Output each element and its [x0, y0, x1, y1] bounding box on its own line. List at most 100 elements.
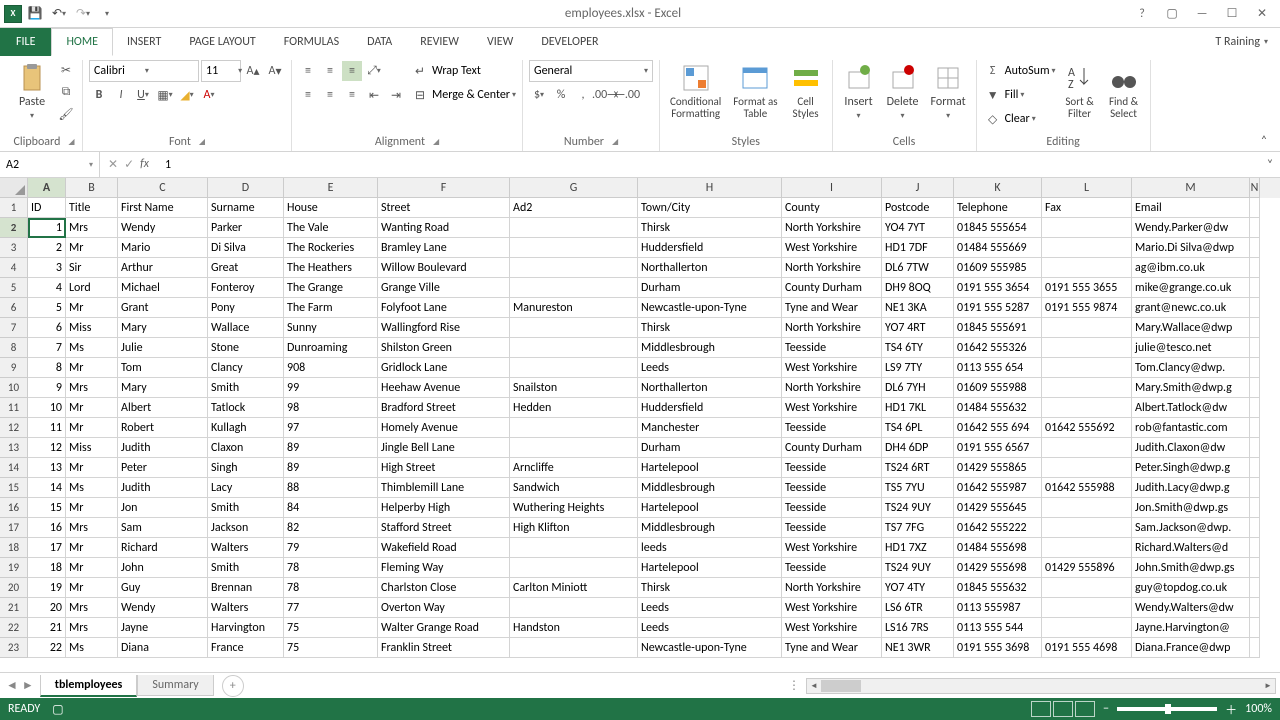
cell[interactable]: Tom.Clancy@dwp. [1132, 358, 1250, 378]
cell[interactable]: North Yorkshire [782, 378, 882, 398]
cell[interactable]: Sandwich [510, 478, 638, 498]
grid-rows[interactable]: 1IDTitleFirst NameSurnameHouseStreetAd2T… [0, 198, 1280, 672]
cell[interactable]: Jayne [118, 618, 208, 638]
cell[interactable]: Mary [118, 378, 208, 398]
cell[interactable]: High Street [378, 458, 510, 478]
cell[interactable]: TS4 6TY [882, 338, 954, 358]
cell[interactable]: Ms [66, 338, 118, 358]
cancel-formula-icon[interactable]: ✕ [108, 157, 118, 172]
cell[interactable]: grant@newc.co.uk [1132, 298, 1250, 318]
cell-styles-button[interactable]: Cell Styles [786, 60, 826, 122]
row-header[interactable]: 13 [0, 438, 28, 458]
cell[interactable]: Surname [208, 198, 284, 218]
cell[interactable]: Thirsk [638, 318, 782, 338]
column-header-E[interactable]: E [284, 178, 378, 198]
cell[interactable]: Shilston Green [378, 338, 510, 358]
cell[interactable]: Overton Way [378, 598, 510, 618]
expand-formula-bar-icon[interactable]: ˅ [1260, 155, 1280, 175]
format-cells-button[interactable]: Format▾ [927, 60, 970, 123]
sort-filter-button[interactable]: AZSort & Filter [1060, 60, 1100, 122]
orientation-icon[interactable]: ⤢▾ [364, 61, 384, 81]
cell[interactable]: The Rockeries [284, 238, 378, 258]
cell[interactable] [510, 318, 638, 338]
cell[interactable] [1250, 498, 1260, 518]
cell[interactable]: Smith [208, 498, 284, 518]
cell[interactable] [1042, 598, 1132, 618]
fill-button[interactable]: ▼Fill▾ [983, 84, 1056, 106]
cell[interactable]: Hartelepool [638, 558, 782, 578]
tab-data[interactable]: DATA [353, 28, 406, 56]
cell[interactable]: Hartelepool [638, 458, 782, 478]
cell[interactable]: Mr [66, 358, 118, 378]
cell[interactable]: Telephone [954, 198, 1042, 218]
cell[interactable]: Wendy.Parker@dw [1132, 218, 1250, 238]
find-select-button[interactable]: Find & Select [1104, 60, 1144, 122]
cell[interactable]: 89 [284, 458, 378, 478]
cell[interactable] [510, 558, 638, 578]
cell[interactable] [1250, 578, 1260, 598]
row-header[interactable]: 7 [0, 318, 28, 338]
align-bottom-icon[interactable]: ≡ [342, 61, 362, 81]
cell[interactable]: Snailston [510, 378, 638, 398]
clear-button[interactable]: ◇Clear▾ [983, 108, 1056, 130]
cell[interactable]: DL6 7TW [882, 258, 954, 278]
cell[interactable]: NE1 3WR [882, 638, 954, 658]
cell[interactable]: Mrs [66, 218, 118, 238]
cell[interactable]: 3 [28, 258, 66, 278]
cell[interactable]: Hedden [510, 398, 638, 418]
cell[interactable]: 01429 555645 [954, 498, 1042, 518]
cell[interactable]: 01609 555985 [954, 258, 1042, 278]
cell[interactable]: Miss [66, 318, 118, 338]
cell[interactable] [1250, 338, 1260, 358]
cell[interactable]: 21 [28, 618, 66, 638]
cell[interactable]: Leeds [638, 598, 782, 618]
cell[interactable]: Tom [118, 358, 208, 378]
cell[interactable] [1250, 318, 1260, 338]
cell[interactable]: Wallingford Rise [378, 318, 510, 338]
cell[interactable]: 2 [28, 238, 66, 258]
cell[interactable]: 01429 555896 [1042, 558, 1132, 578]
cell[interactable] [1042, 218, 1132, 238]
cell[interactable]: TS24 9UY [882, 498, 954, 518]
cell[interactable]: Sam.Jackson@dwp. [1132, 518, 1250, 538]
cell[interactable]: HD1 7XZ [882, 538, 954, 558]
cell[interactable]: Wendy [118, 218, 208, 238]
cell[interactable]: Huddersfield [638, 398, 782, 418]
cell[interactable]: John [118, 558, 208, 578]
cell[interactable]: Mary.Wallace@dwp [1132, 318, 1250, 338]
cell[interactable]: Franklin Street [378, 638, 510, 658]
row-header[interactable]: 9 [0, 358, 28, 378]
cell[interactable]: 0191 555 3654 [954, 278, 1042, 298]
tab-split-icon[interactable]: ⋮ [782, 678, 806, 693]
cell[interactable]: Julie [118, 338, 208, 358]
cell[interactable]: Durham [638, 278, 782, 298]
cell[interactable]: Northallerton [638, 258, 782, 278]
cell[interactable]: Middlesbrough [638, 338, 782, 358]
cell[interactable]: Peter.Singh@dwp.g [1132, 458, 1250, 478]
row-header[interactable]: 21 [0, 598, 28, 618]
close-icon[interactable]: ✕ [1248, 3, 1276, 25]
cell[interactable]: Tyne and Wear [782, 638, 882, 658]
row-header[interactable]: 4 [0, 258, 28, 278]
cell[interactable]: julie@tesco.net [1132, 338, 1250, 358]
cell[interactable]: Stafford Street [378, 518, 510, 538]
cell[interactable]: Mary.Smith@dwp.g [1132, 378, 1250, 398]
cell[interactable]: First Name [118, 198, 208, 218]
cell[interactable]: North Yorkshire [782, 218, 882, 238]
zoom-slider[interactable] [1117, 707, 1217, 711]
cell[interactable]: Mr [66, 298, 118, 318]
sheet-tab-summary[interactable]: Summary [137, 675, 213, 696]
cell[interactable]: West Yorkshire [782, 238, 882, 258]
cell[interactable]: 01845 555691 [954, 318, 1042, 338]
cell[interactable]: 75 [284, 618, 378, 638]
add-sheet-button[interactable]: + [222, 675, 244, 697]
alignment-launcher-icon[interactable]: ◢ [433, 137, 439, 147]
cell[interactable] [510, 538, 638, 558]
cell[interactable] [1250, 358, 1260, 378]
cell[interactable] [1250, 458, 1260, 478]
cell[interactable] [1250, 638, 1260, 658]
row-header[interactable]: 15 [0, 478, 28, 498]
cell[interactable]: 19 [28, 578, 66, 598]
cell[interactable]: John.Smith@dwp.gs [1132, 558, 1250, 578]
cell[interactable]: Diana [118, 638, 208, 658]
